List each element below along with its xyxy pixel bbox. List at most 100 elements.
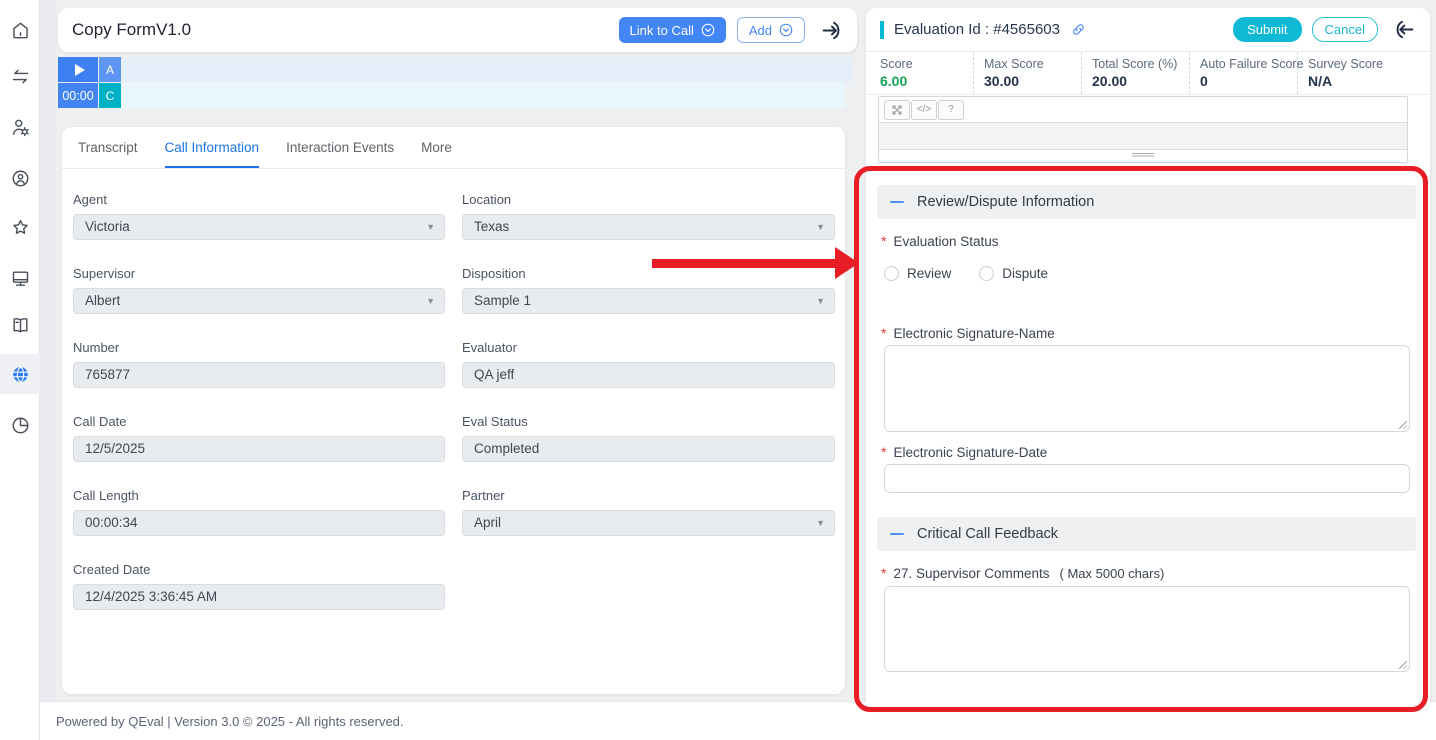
waveform-track-c[interactable] [121,83,845,108]
field-value: Completed [474,441,539,456]
add-label: Add [749,23,772,38]
field-value: 00:00:34 [85,515,138,530]
location-select[interactable]: Texas▼ [462,214,835,240]
field-label: Evaluator [462,340,835,355]
sidebar-item-home[interactable] [0,10,40,50]
submit-button[interactable]: Submit [1233,17,1301,42]
field-label: Agent [73,192,445,207]
sidebar-item-monitoring[interactable] [0,258,40,298]
field-label: Location [462,192,835,207]
partner-select[interactable]: April▼ [462,510,835,536]
evaluation-id: Evaluation Id : #4565603 [894,21,1060,38]
radio-review[interactable]: Review [884,266,951,281]
number-input[interactable]: 765877 [73,362,445,388]
link-to-call-button[interactable]: Link to Call [619,17,726,43]
expand-editor-button[interactable] [884,100,910,120]
collapse-section-minus-icon[interactable] [890,201,904,203]
review-radio-button[interactable] [884,266,899,281]
comment-editor: </> ? [878,96,1408,163]
collapse-section-minus-icon[interactable] [890,533,904,535]
sidebar-item-transfer[interactable] [0,56,40,96]
score-value: 30.00 [984,73,1077,89]
open-book-icon [10,315,31,336]
sidebar-item-coaching[interactable] [0,158,40,198]
score-col: Auto Failure Score 0 [1190,52,1298,94]
tabs-bar: Transcript Call Information Interaction … [62,127,845,169]
tab-transcript[interactable]: Transcript [78,127,138,168]
editor-toolbar: </> ? [879,97,1407,122]
evaluation-status-options: Review Dispute [884,266,1048,281]
field-value: 12/5/2025 [85,441,145,456]
field-partner: Partner April▼ [462,488,835,536]
score-col: Score 6.00 [866,52,974,94]
add-button[interactable]: Add [737,17,805,43]
channel-c-toggle[interactable]: C [99,83,121,108]
eval-status-input[interactable]: Completed [462,436,835,462]
collapse-panel-arrow-icon[interactable] [1391,17,1416,42]
field-eval-status: Eval Status Completed [462,414,835,462]
channel-a-toggle[interactable]: A [99,57,121,82]
pie-chart-icon [10,415,31,436]
form-header-card: Copy FormV1.0 Link to Call Add [58,8,857,52]
call-date-input[interactable]: 12/5/2025 [73,436,445,462]
score-value: 20.00 [1092,73,1185,89]
signature-name-textarea[interactable] [884,345,1410,432]
cancel-button[interactable]: Cancel [1312,17,1378,42]
field-label: Partner [462,488,835,503]
field-label: Eval Status [462,414,835,429]
field-label: Number [73,340,445,355]
tab-more[interactable]: More [421,127,452,168]
evaluation-header: Evaluation Id : #4565603 Submit Cancel [866,8,1430,52]
score-value: 0 [1200,73,1293,89]
required-marker: * [881,566,886,581]
call-length-input[interactable]: 00:00:34 [73,510,445,536]
dispute-radio-label: Dispute [1002,266,1048,281]
grip-lines-icon [1132,153,1154,158]
sidebar-item-favorites[interactable] [0,207,40,247]
dispute-radio-button[interactable] [979,266,994,281]
section-title: Critical Call Feedback [917,526,1058,542]
created-date-input[interactable]: 12/4/2025 3:36:45 AM [73,584,445,610]
supervisor-comments-textarea[interactable] [884,586,1410,672]
score-label: Survey Score [1308,57,1383,71]
field-value: Albert [85,293,120,308]
signature-name-label: Electronic Signature-Name [893,326,1054,341]
signature-date-input[interactable] [884,464,1410,493]
agent-select[interactable]: Victoria▼ [73,214,445,240]
editor-resize-handle[interactable] [879,150,1407,161]
score-label: Max Score [984,57,1077,71]
sidebar-item-reports[interactable] [0,405,40,445]
waveform-track-a[interactable] [121,57,852,82]
field-value: 765877 [85,367,130,382]
sidebar-item-agent-settings[interactable] [0,107,40,147]
call-information-form: Agent Victoria▼ Location Texas▼ Supervis… [73,192,835,610]
field-label: Call Length [73,488,445,503]
required-marker: * [881,326,886,341]
field-value: QA jeff [474,367,514,382]
code-view-button[interactable]: </> [911,100,937,120]
form-title: Copy FormV1.0 [72,20,191,40]
tab-interaction-events[interactable]: Interaction Events [286,127,394,168]
go-to-panel-arrow-icon[interactable] [820,18,845,43]
score-label: Total Score (%) [1092,57,1185,71]
sidebar-item-knowledge[interactable] [0,305,40,345]
disposition-select[interactable]: Sample 1▼ [462,288,835,314]
home-icon [10,20,31,41]
supervisor-select[interactable]: Albert▼ [73,288,445,314]
editor-content-area[interactable] [879,122,1407,150]
link-icon[interactable] [1070,21,1087,38]
radio-dispute[interactable]: Dispute [979,266,1048,281]
play-button[interactable] [58,57,98,82]
link-to-call-label: Link to Call [630,23,694,38]
score-value: 6.00 [880,73,969,89]
score-label: Score [880,57,969,71]
field-label: Disposition [462,266,835,281]
evaluation-status-label-row: * Evaluation Status [881,234,999,249]
field-value: Victoria [85,219,130,234]
score-value: N/A [1308,73,1383,89]
editor-help-button[interactable]: ? [938,100,964,120]
evaluator-input[interactable]: QA jeff [462,362,835,388]
review-dispute-section-header: Review/Dispute Information [877,185,1416,219]
tab-call-information[interactable]: Call Information [165,127,260,168]
sidebar-item-web-active[interactable] [0,354,40,394]
